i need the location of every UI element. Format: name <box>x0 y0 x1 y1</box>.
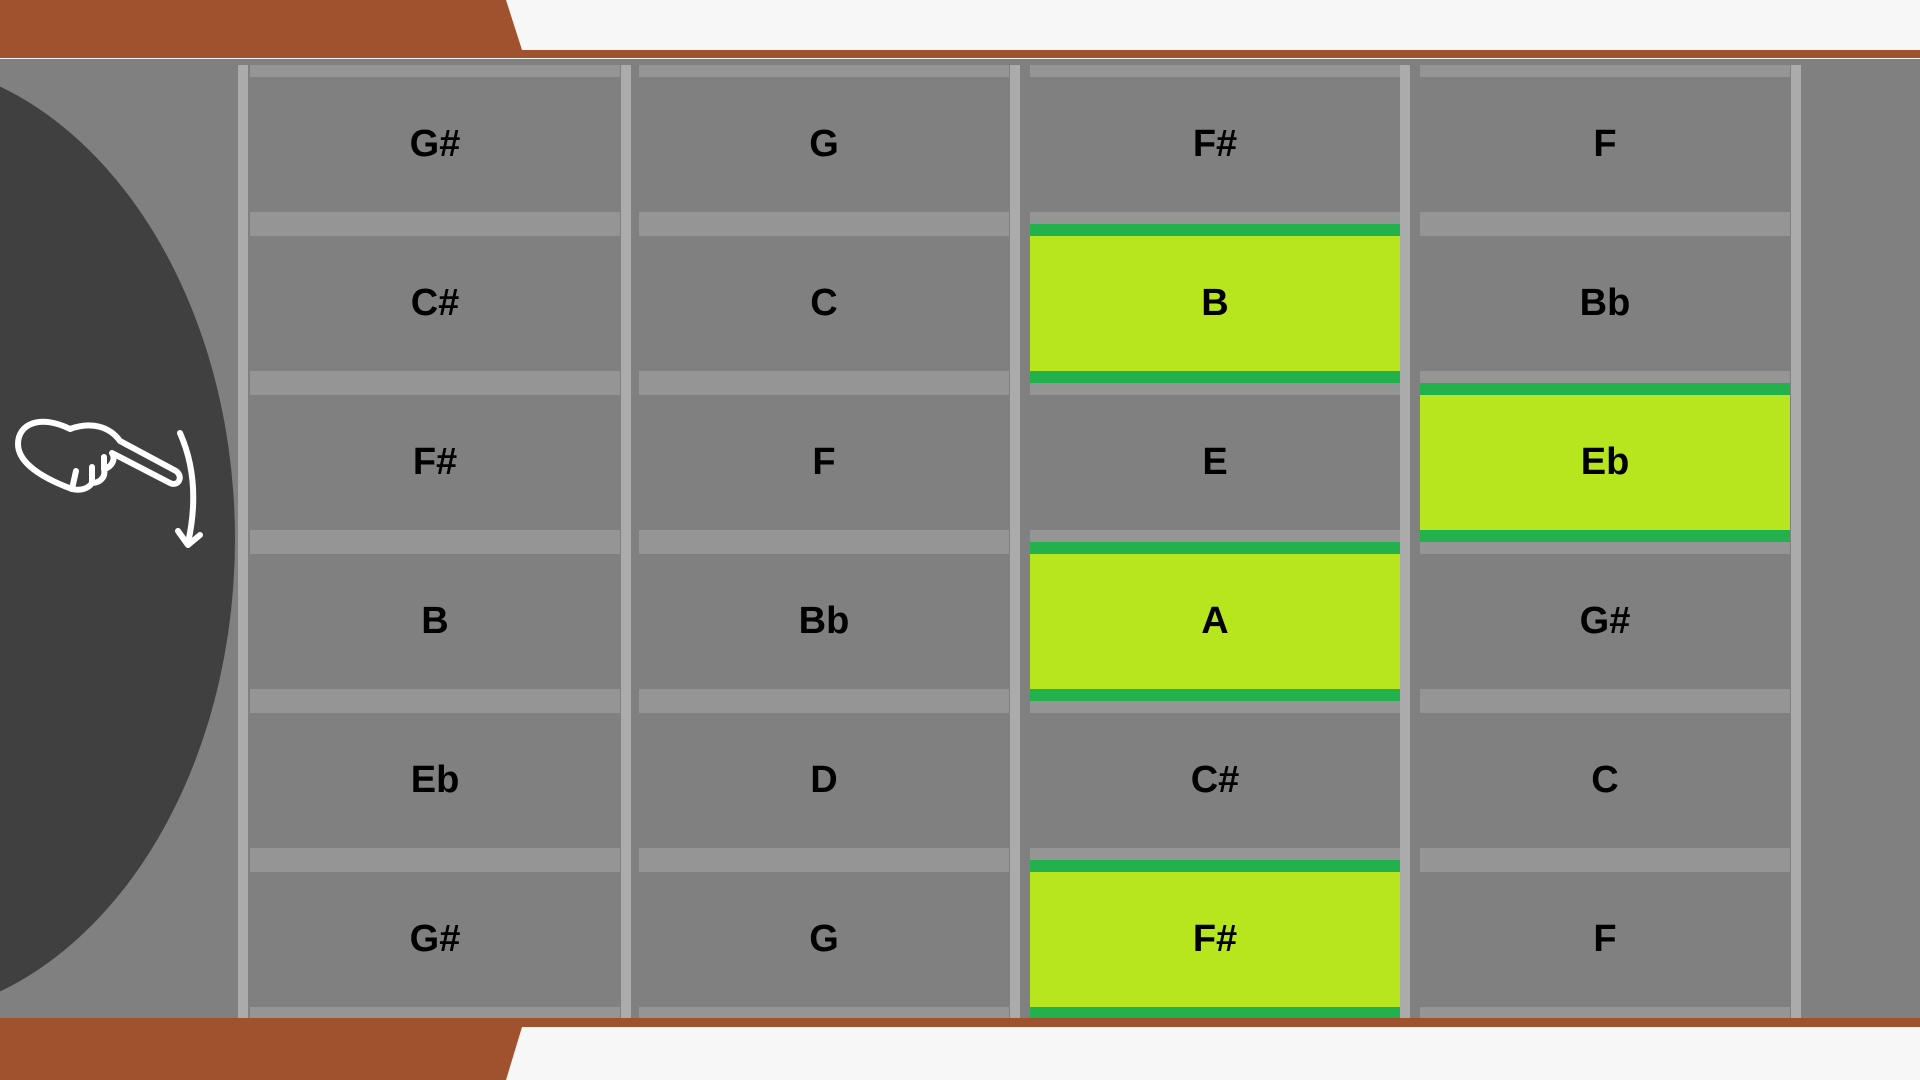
note-label: C <box>810 282 838 324</box>
note-cell[interactable]: G# <box>250 65 620 224</box>
note-label: F <box>1593 123 1617 165</box>
note-cell[interactable]: C# <box>250 224 620 383</box>
note-label: G <box>809 123 839 165</box>
note-cell[interactable]: B <box>250 542 620 701</box>
note-label: F <box>1593 918 1617 960</box>
string-column-3: F# B E A C# F# <box>1030 65 1400 1019</box>
note-label: G# <box>409 123 461 165</box>
note-label: Eb <box>410 759 460 801</box>
note-label: E <box>1202 441 1228 483</box>
fretboard: G# C# F# B Eb G# G C F Bb D G F# B E A C… <box>238 65 1801 1019</box>
fretboard-area: G# C# F# B Eb G# G C F Bb D G F# B E A C… <box>0 59 1920 1019</box>
top-wood-bar <box>0 0 1920 58</box>
note-cell[interactable]: G <box>639 65 1009 224</box>
note-cell[interactable]: G# <box>1420 542 1790 701</box>
fret-line <box>621 65 631 1019</box>
note-label: B <box>1201 282 1229 324</box>
note-cell-highlighted[interactable]: F# <box>1030 860 1400 1019</box>
note-cell[interactable]: C <box>639 224 1009 383</box>
note-cell[interactable]: F <box>639 383 1009 542</box>
string-column-2: G C F Bb D G <box>639 65 1009 1019</box>
note-cell[interactable]: G <box>639 860 1009 1019</box>
fret-line <box>1010 65 1020 1019</box>
swipe-down-hand-icon <box>15 418 203 548</box>
note-cell-highlighted[interactable]: A <box>1030 542 1400 701</box>
fret-line <box>238 65 248 1019</box>
note-cell[interactable]: F# <box>250 383 620 542</box>
note-label: B <box>421 600 449 642</box>
note-label: F# <box>1192 123 1238 165</box>
string-column-1: G# C# F# B Eb G# <box>250 65 620 1019</box>
note-label: G# <box>409 918 461 960</box>
note-cell[interactable]: E <box>1030 383 1400 542</box>
bottom-wood-bar <box>0 1018 1920 1080</box>
note-label: G <box>809 918 839 960</box>
note-cell-highlighted[interactable]: B <box>1030 224 1400 383</box>
note-label: Eb <box>1580 441 1630 483</box>
note-cell[interactable]: Eb <box>250 701 620 860</box>
note-label: F <box>812 441 836 483</box>
fret-line <box>1791 65 1801 1019</box>
note-label: C <box>1591 759 1619 801</box>
note-label: Bb <box>798 600 850 642</box>
note-cell[interactable]: C <box>1420 701 1790 860</box>
note-label: D <box>810 759 838 801</box>
note-cell[interactable]: F <box>1420 65 1790 224</box>
note-cell[interactable]: F# <box>1030 65 1400 224</box>
note-cell[interactable]: G# <box>250 860 620 1019</box>
note-label: F# <box>412 441 458 483</box>
note-label: F# <box>1192 918 1238 960</box>
note-cell[interactable]: Bb <box>1420 224 1790 383</box>
note-label: C# <box>410 282 460 324</box>
fret-line <box>1400 65 1410 1019</box>
note-cell[interactable]: D <box>639 701 1009 860</box>
note-cell[interactable]: C# <box>1030 701 1400 860</box>
note-label: G# <box>1579 600 1631 642</box>
string-column-4: F Bb Eb G# C F <box>1420 65 1790 1019</box>
note-cell[interactable]: Bb <box>639 542 1009 701</box>
note-cell-highlighted[interactable]: Eb <box>1420 383 1790 542</box>
note-label: Bb <box>1579 282 1631 324</box>
note-label: C# <box>1190 759 1240 801</box>
note-label: A <box>1201 600 1229 642</box>
note-cell[interactable]: F <box>1420 860 1790 1019</box>
